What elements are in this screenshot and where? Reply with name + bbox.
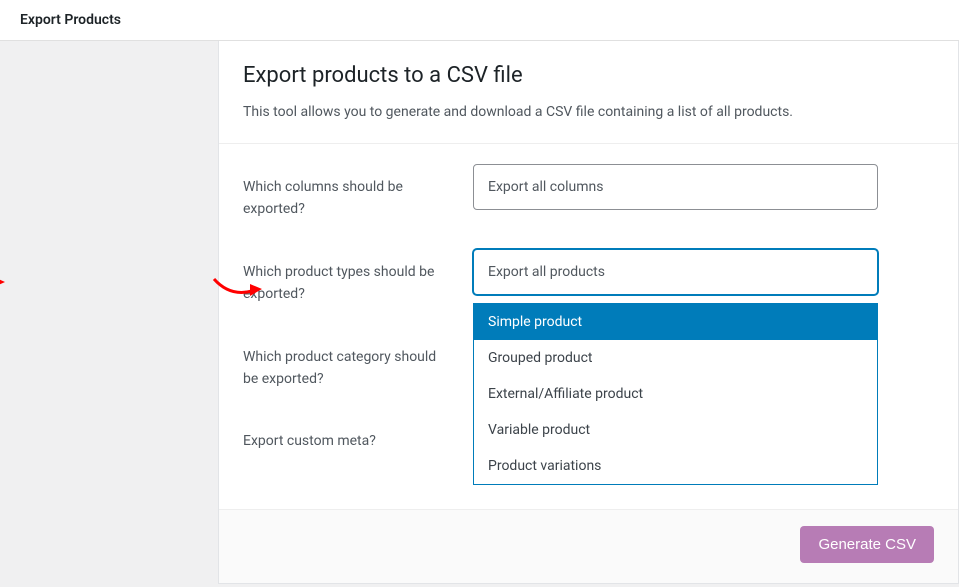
dropdown-item-variable-product[interactable]: Variable product bbox=[474, 412, 877, 448]
dropdown-types: Simple product Grouped product External/… bbox=[473, 303, 878, 485]
select-columns-placeholder: Export all columns bbox=[488, 179, 603, 195]
control-columns: Export all columns bbox=[473, 164, 934, 210]
export-panel: Export products to a CSV file This tool … bbox=[218, 41, 959, 584]
label-types: Which product types should be exported? bbox=[243, 249, 473, 306]
dropdown-item-external-product[interactable]: External/Affiliate product bbox=[474, 376, 877, 412]
select-columns[interactable]: Export all columns bbox=[473, 164, 878, 210]
dropdown-item-product-variations[interactable]: Product variations bbox=[474, 448, 877, 484]
arrow-annotation-left bbox=[0, 275, 5, 289]
row-types: Which product types should be exported? … bbox=[243, 249, 934, 306]
control-types: Export all products Simple product Group… bbox=[473, 249, 934, 295]
form-section: Which columns should be exported? Export… bbox=[219, 144, 958, 509]
label-category: Which product category should be exporte… bbox=[243, 334, 473, 391]
page-title: Export Products bbox=[20, 12, 939, 28]
main-area: Export products to a CSV file This tool … bbox=[0, 41, 959, 584]
panel-header: Export products to a CSV file This tool … bbox=[219, 41, 958, 143]
top-bar: Export Products bbox=[0, 0, 959, 41]
footer-section: Generate CSV bbox=[219, 509, 958, 583]
dropdown-item-simple-product[interactable]: Simple product bbox=[474, 304, 877, 340]
row-columns: Which columns should be exported? Export… bbox=[243, 164, 934, 221]
label-meta: Export custom meta? bbox=[243, 418, 473, 452]
panel-title: Export products to a CSV file bbox=[243, 63, 934, 88]
label-columns: Which columns should be exported? bbox=[243, 164, 473, 221]
generate-csv-button[interactable]: Generate CSV bbox=[800, 526, 934, 563]
dropdown-item-grouped-product[interactable]: Grouped product bbox=[474, 340, 877, 376]
panel-description: This tool allows you to generate and dow… bbox=[243, 102, 934, 123]
select-types[interactable]: Export all products bbox=[473, 249, 878, 295]
select-types-placeholder: Export all products bbox=[488, 264, 605, 280]
